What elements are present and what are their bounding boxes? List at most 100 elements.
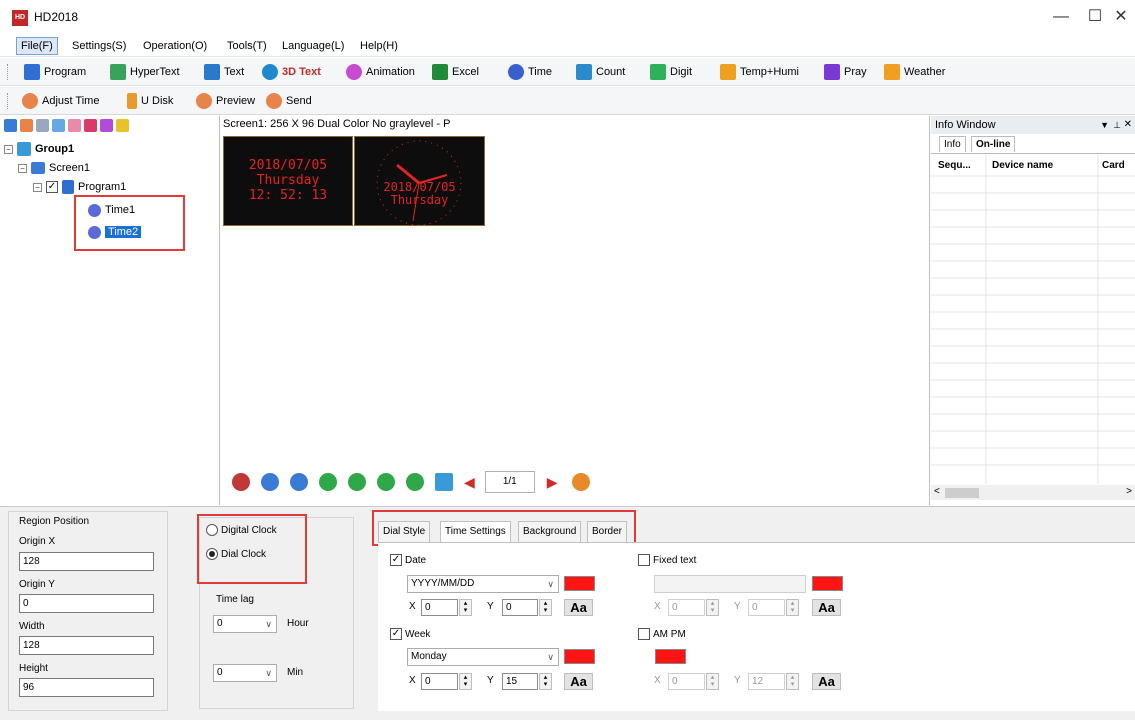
week-checkbox[interactable]: ✓ Week (390, 628, 430, 640)
digital-clock-radio[interactable]: Digital Clock (206, 524, 277, 536)
animation-button[interactable]: Animation (346, 63, 415, 81)
dropdown-icon[interactable]: ▼ (1100, 116, 1109, 134)
move-left-icon[interactable] (319, 473, 337, 491)
move-up-icon[interactable] (52, 119, 65, 132)
am-pm-font-button[interactable]: Aa (812, 673, 841, 690)
tab-border[interactable]: Border (587, 521, 628, 543)
fixed-text-input[interactable] (654, 575, 806, 593)
fixed-y-stepper[interactable]: ▴ ▾ (786, 599, 799, 616)
horizontal-scrollbar[interactable]: < > (931, 485, 1135, 500)
move-down-icon[interactable] (406, 473, 424, 491)
tree-time1[interactable]: Time1 (88, 201, 135, 219)
program-button[interactable]: Program (24, 63, 86, 81)
collapse-icon[interactable]: − (18, 163, 27, 173)
u-disk-button[interactable]: U Disk (127, 92, 173, 110)
date-y-input[interactable]: 0 (502, 599, 538, 616)
column-sequence[interactable]: Sequ... (938, 160, 971, 171)
hypertext-button[interactable]: HyperText (110, 63, 180, 81)
scroll-right-icon[interactable]: > (1126, 486, 1132, 497)
ampm-y-input[interactable]: 12 (748, 673, 785, 690)
menu-language[interactable]: Language(L) (277, 37, 349, 55)
fixed-text-checkbox[interactable]: Fixed text (638, 554, 696, 566)
week-x-stepper[interactable]: ▴ ▾ (459, 673, 472, 690)
move-up-icon[interactable] (377, 473, 395, 491)
scroll-thumb[interactable] (945, 488, 979, 498)
add-screen-icon[interactable] (4, 119, 17, 132)
previous-page-icon[interactable]: ◀ (464, 474, 475, 491)
adjust-time-button[interactable]: Adjust Time (22, 92, 99, 110)
week-font-button[interactable]: Aa (564, 673, 593, 690)
collapse-icon[interactable]: − (4, 144, 13, 154)
zoom-out-icon[interactable] (290, 473, 308, 491)
program-checkbox[interactable]: ✓ (46, 181, 58, 193)
week-y-stepper[interactable]: ▴ ▾ (539, 673, 552, 690)
menu-help[interactable]: Help(H) (355, 37, 403, 55)
menu-operation[interactable]: Operation(O) (138, 37, 212, 55)
ampm-x-stepper[interactable]: ▴ ▾ (706, 673, 719, 690)
digital-clock-region[interactable]: 2018/07/05 Thursday 12: 52: 13 (223, 136, 353, 226)
week-format-select[interactable]: Monday ∨ (407, 648, 559, 666)
scroll-left-icon[interactable]: < (934, 486, 940, 497)
check-icon[interactable]: ✓ (390, 554, 402, 566)
date-color-swatch[interactable] (564, 576, 595, 591)
check-icon[interactable]: ✓ (390, 628, 402, 640)
time-button[interactable]: Time (508, 63, 552, 81)
week-x-input[interactable]: 0 (421, 673, 458, 690)
temp-humi-button[interactable]: Temp+Humi (720, 63, 799, 81)
checkbox-icon[interactable] (638, 628, 650, 640)
close-panel-icon[interactable]: ✕ (1124, 116, 1132, 134)
width-input[interactable]: 128 (19, 636, 154, 655)
preview-button[interactable]: Preview (196, 92, 255, 110)
pin-icon[interactable]: ⊥ (1113, 116, 1121, 134)
next-page-icon[interactable]: ▶ (547, 474, 558, 491)
week-y-input[interactable]: 15 (502, 673, 538, 690)
search-icon[interactable] (116, 119, 129, 132)
menu-file[interactable]: File(F) (16, 37, 58, 55)
zoom-in-icon[interactable] (261, 473, 279, 491)
date-y-stepper[interactable]: ▴ ▾ (539, 599, 552, 616)
move-right-icon[interactable] (348, 473, 366, 491)
minimize-button[interactable]: — (1046, 6, 1076, 28)
week-color-swatch[interactable] (564, 649, 595, 664)
excel-button[interactable]: Excel (432, 63, 479, 81)
tree-group[interactable]: − Group1 (4, 140, 74, 158)
date-format-select[interactable]: YYYY/MM/DD ∨ (407, 575, 559, 593)
tab-info[interactable]: Info (939, 136, 966, 152)
toolbar-grip[interactable] (7, 93, 10, 109)
checkbox-icon[interactable] (638, 554, 650, 566)
tree-screen[interactable]: − Screen1 (18, 159, 90, 177)
date-x-stepper[interactable]: ▴ ▾ (459, 599, 472, 616)
close-button[interactable]: ✕ (1106, 6, 1135, 28)
tree-program[interactable]: − ✓ Program1 (33, 178, 126, 196)
column-card[interactable]: Card (1102, 160, 1125, 171)
origin-y-input[interactable]: 0 (19, 594, 154, 613)
text-button[interactable]: Text (204, 63, 244, 81)
count-button[interactable]: Count (576, 63, 625, 81)
pause-icon[interactable] (232, 473, 250, 491)
tree-time2[interactable]: Time2 (88, 223, 142, 241)
fixed-x-stepper[interactable]: ▴ ▾ (706, 599, 719, 616)
hour-select[interactable]: 0 ∨ (213, 615, 277, 633)
settings-icon[interactable] (571, 473, 590, 491)
menu-settings[interactable]: Settings(S) (67, 37, 131, 55)
radio-icon[interactable] (206, 524, 218, 536)
date-x-input[interactable]: 0 (421, 599, 458, 616)
tab-online[interactable]: On-line (971, 136, 1016, 152)
origin-x-input[interactable]: 128 (19, 552, 154, 571)
am-pm-checkbox[interactable]: AM PM (638, 628, 686, 640)
min-select[interactable]: 0 ∨ (213, 664, 277, 682)
move-all-icon[interactable] (435, 473, 453, 491)
menu-tools[interactable]: Tools(T) (222, 37, 272, 55)
dial-clock-radio[interactable]: Dial Clock (206, 548, 266, 560)
collapse-icon[interactable]: − (33, 182, 42, 192)
copy-icon[interactable] (36, 119, 49, 132)
tab-dial-style[interactable]: Dial Style (378, 521, 431, 543)
ampm-x-input[interactable]: 0 (668, 673, 705, 690)
date-font-button[interactable]: Aa (564, 599, 593, 616)
toolbar-grip[interactable] (7, 64, 10, 80)
pray-button[interactable]: Pray (824, 63, 867, 81)
fixed-y-input[interactable]: 0 (748, 599, 785, 616)
3d-text-button[interactable]: 3D Text (262, 63, 321, 81)
digit-button[interactable]: Digit (650, 63, 692, 81)
tab-background[interactable]: Background (518, 521, 582, 543)
